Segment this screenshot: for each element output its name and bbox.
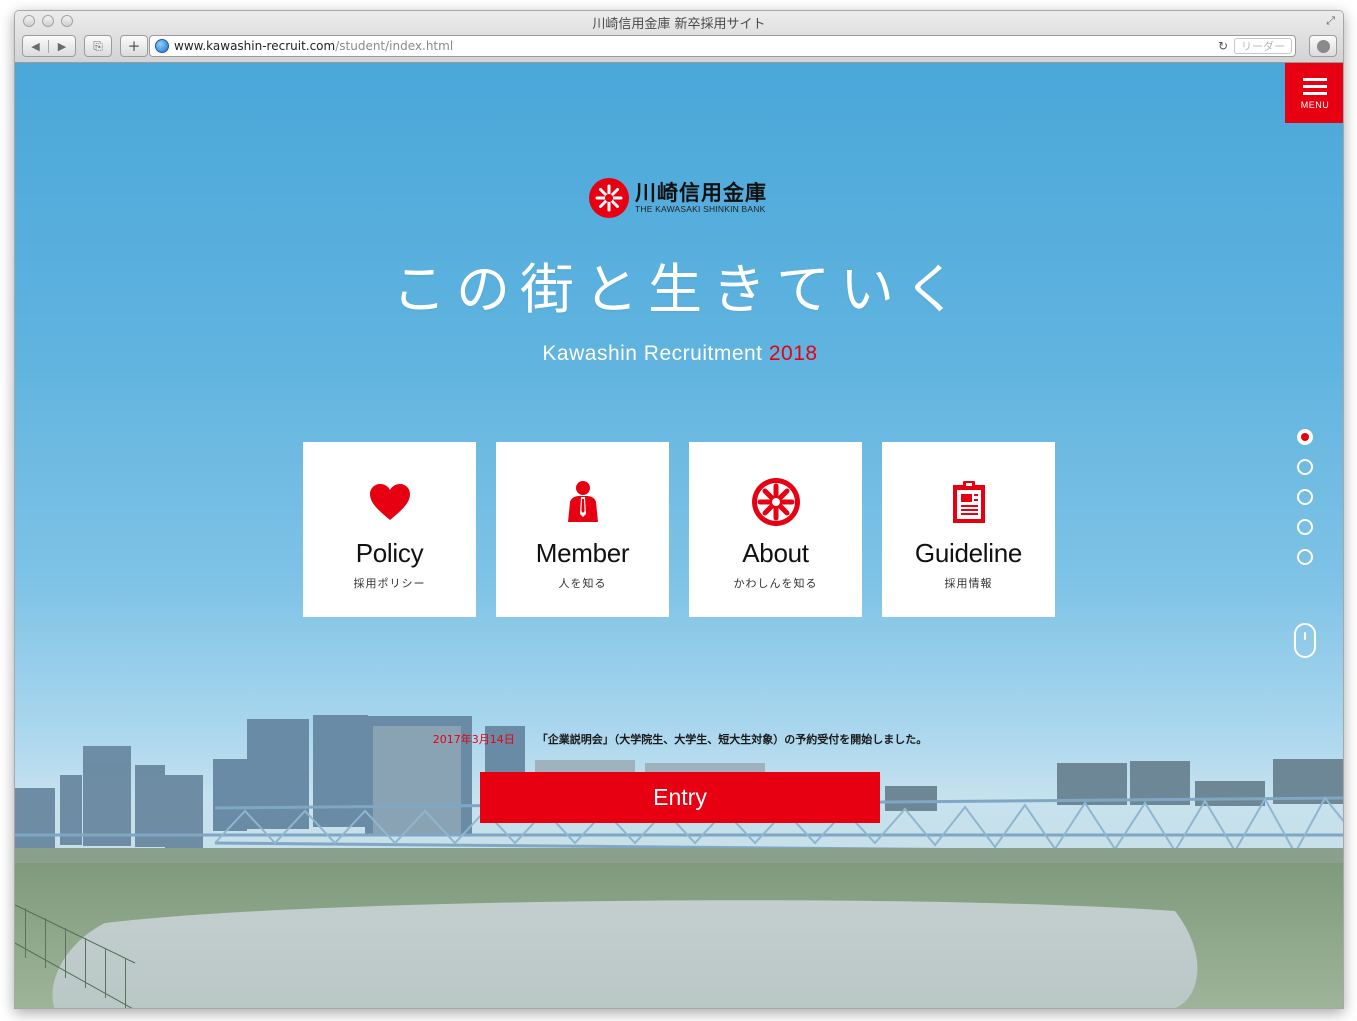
back-button[interactable]: ◀	[23, 39, 49, 53]
page-headline: この街と生きていく	[392, 258, 968, 321]
menu-button[interactable]: MENU	[1285, 63, 1343, 123]
section-dot[interactable]	[1297, 429, 1313, 445]
back-forward-buttons: ◀ ▶	[22, 35, 76, 57]
mouse-scroll-icon	[1294, 623, 1316, 658]
card-subtitle: かわしんを知る	[733, 577, 818, 590]
page-subhead: Kawashin Recruitment 2018	[15, 342, 1343, 366]
card-subtitle: 採用情報	[944, 577, 993, 590]
browser-window: 川崎信用金庫 新卒採用サイト ⤢ ◀ ▶ ⎘ + www.kawashin-re…	[14, 10, 1344, 1009]
reload-icon[interactable]: ↻	[1218, 39, 1228, 53]
section-dot[interactable]	[1297, 489, 1313, 505]
news-item[interactable]: 2017年3月14日 「企業説明会」（大学院生、大学生、短大生対象）の予約受付を開…	[15, 731, 1343, 747]
heart-icon	[368, 474, 412, 530]
card-member[interactable]: Member 人を知る	[496, 442, 669, 617]
card-title: About	[742, 538, 809, 568]
browser-toolbar: ◀ ▶ ⎘ + www.kawashin-recruit.com/student…	[15, 34, 1343, 60]
card-title: Member	[535, 538, 630, 568]
clipboard-icon	[951, 474, 987, 530]
entry-button[interactable]: Entry	[480, 772, 880, 823]
news-date: 2017年3月14日	[432, 733, 515, 746]
kawashin-logo-icon	[751, 474, 801, 530]
hamburger-icon	[1303, 78, 1327, 95]
downloads-button[interactable]	[1309, 35, 1337, 57]
url-host: www.kawashin-recruit.com	[174, 39, 336, 53]
subhead-text: Kawashin Recruitment	[542, 342, 763, 365]
card-subtitle: 採用ポリシー	[353, 577, 426, 590]
nav-cards: Policy 採用ポリシー Member 人を知る About かわしんを知る …	[303, 442, 1055, 617]
browser-chrome: 川崎信用金庫 新卒採用サイト ⤢ ◀ ▶ ⎘ + www.kawashin-re…	[15, 11, 1343, 63]
section-dot[interactable]	[1297, 549, 1313, 565]
url-path: /student/index.html	[335, 39, 454, 53]
reader-button[interactable]: リーダー	[1234, 38, 1292, 54]
share-button[interactable]: ⎘	[84, 35, 112, 57]
site-logo[interactable]: 川崎信用金庫 THE KAWASAKI SHINKIN BANK	[589, 178, 767, 218]
new-tab-button[interactable]: +	[120, 35, 148, 57]
globe-icon	[155, 39, 169, 53]
section-dot[interactable]	[1297, 519, 1313, 535]
section-dot[interactable]	[1297, 459, 1313, 475]
card-guideline[interactable]: Guideline 採用情報	[882, 442, 1055, 617]
window-title: 川崎信用金庫 新卒採用サイト	[592, 17, 766, 32]
menu-label: MENU	[1300, 100, 1330, 110]
page-viewport: MENU 川崎信用金庫 THE KAWASAKI SHINKIN BANK この…	[15, 63, 1343, 1008]
card-about[interactable]: About かわしんを知る	[689, 442, 862, 617]
news-text: 「企業説明会」（大学院生、大学生、短大生対象）の予約受付を開始しました。	[536, 733, 928, 746]
logo-japanese: 川崎信用金庫	[635, 180, 767, 205]
card-policy[interactable]: Policy 採用ポリシー	[303, 442, 476, 617]
address-bar[interactable]: www.kawashin-recruit.com/student/index.h…	[149, 35, 1296, 57]
section-nav-dots	[1297, 429, 1313, 579]
card-title: Policy	[355, 538, 424, 568]
fullscreen-icon[interactable]: ⤢	[1326, 14, 1335, 28]
logo-text: 川崎信用金庫 THE KAWASAKI SHINKIN BANK	[635, 180, 767, 215]
person-icon	[566, 474, 600, 530]
card-subtitle: 人を知る	[558, 577, 607, 590]
logo-english: THE KAWASAKI SHINKIN BANK	[635, 204, 766, 214]
forward-button[interactable]: ▶	[49, 40, 75, 53]
card-title: Guideline	[914, 538, 1023, 568]
kawashin-logo-icon	[589, 178, 629, 218]
download-icon	[1316, 39, 1330, 53]
subhead-year: 2018	[768, 342, 818, 365]
